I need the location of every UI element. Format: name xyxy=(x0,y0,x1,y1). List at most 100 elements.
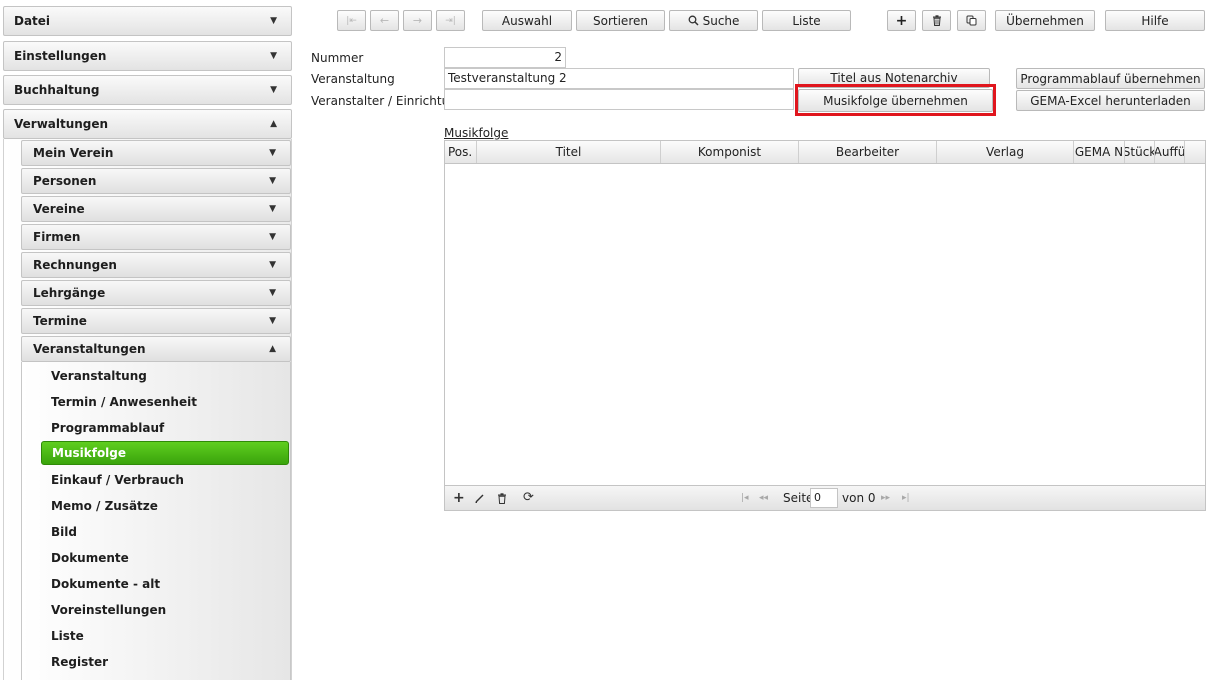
sidebar-leaf-memo-zusaetze[interactable]: Memo / Zusätze xyxy=(41,494,289,518)
programmablauf-uebernehmen-button[interactable]: Programmablauf übernehmen xyxy=(1016,68,1205,89)
sidebar-item-vereine[interactable]: Vereine ▼ xyxy=(21,196,291,222)
sidebar-item-label: Veranstaltungen xyxy=(33,342,146,356)
first-record-icon: |⇤ xyxy=(346,15,357,26)
sidebar-item-label: Rechnungen xyxy=(33,258,117,272)
chevron-down-icon: ▼ xyxy=(269,232,276,242)
column-header-titel[interactable]: Titel xyxy=(477,141,661,163)
veranstalter-field[interactable] xyxy=(444,89,794,110)
column-header-auffuehrung[interactable]: Auffü xyxy=(1155,141,1185,163)
next-record-button[interactable]: → xyxy=(403,10,432,31)
sidebar-item-label: Vereine xyxy=(33,202,85,216)
sidebar-item-label: Lehrgänge xyxy=(33,286,106,300)
sidebar-leaf-bild[interactable]: Bild xyxy=(41,520,289,544)
column-header-bearbeiter[interactable]: Bearbeiter xyxy=(799,141,937,163)
sidebar-leaf-label: Dokumente xyxy=(51,551,129,565)
plus-icon: + xyxy=(895,12,908,29)
chevron-down-icon: ▼ xyxy=(270,85,277,95)
sidebar-section-label: Verwaltungen xyxy=(14,117,109,131)
add-record-button[interactable]: + xyxy=(887,10,916,31)
sidebar-leaf-label: Liste xyxy=(51,629,84,643)
column-header-komponist[interactable]: Komponist xyxy=(661,141,799,163)
sidebar-leaf-dokumente-alt[interactable]: Dokumente - alt xyxy=(41,572,289,596)
sidebar-item-lehrgaenge[interactable]: Lehrgänge ▼ xyxy=(21,280,291,306)
page-number-input[interactable]: 0 xyxy=(810,488,838,508)
sidebar-item-termine[interactable]: Termine ▼ xyxy=(21,308,291,334)
previous-page-icon[interactable]: ◂◂ xyxy=(759,493,768,503)
liste-label: Liste xyxy=(792,13,821,28)
sidebar-item-veranstaltungen[interactable]: Veranstaltungen ▲ xyxy=(21,336,291,362)
sidebar-item-firmen[interactable]: Firmen ▼ xyxy=(21,224,291,250)
sidebar-section-label: Datei xyxy=(14,14,51,28)
gema-excel-button[interactable]: GEMA-Excel herunterladen xyxy=(1016,90,1205,111)
column-header-verlag[interactable]: Verlag xyxy=(937,141,1074,163)
sidebar-item-personen[interactable]: Personen ▼ xyxy=(21,168,291,194)
auswahl-button[interactable]: Auswahl xyxy=(482,10,572,31)
page-total-label: von 0 xyxy=(842,491,876,505)
chevron-down-icon: ▼ xyxy=(269,316,276,326)
suche-button[interactable]: Suche xyxy=(669,10,758,31)
auswahl-label: Auswahl xyxy=(501,13,553,28)
sidebar-leaf-label: Dokumente - alt xyxy=(51,577,161,591)
column-header-gema-nr[interactable]: GEMA N xyxy=(1074,141,1125,163)
uebernehmen-button[interactable]: Übernehmen xyxy=(995,10,1095,31)
add-row-icon[interactable]: + xyxy=(453,490,465,506)
grid-footer-toolbar: + ⟳ |◂ ◂◂ Seite 0 von 0 ▸▸ ▸| xyxy=(445,485,1205,510)
sidebar-section-datei[interactable]: Datei ▼ xyxy=(3,6,292,36)
sidebar-item-label: Firmen xyxy=(33,230,81,244)
sidebar-section-einstellungen[interactable]: Einstellungen ▼ xyxy=(3,41,292,71)
sidebar-leaf-label: Programmablauf xyxy=(51,421,165,435)
sidebar-section-label: Einstellungen xyxy=(14,49,107,63)
sidebar-item-rechnungen[interactable]: Rechnungen ▼ xyxy=(21,252,291,278)
sortieren-button[interactable]: Sortieren xyxy=(576,10,665,31)
sidebar-section-verwaltungen[interactable]: Verwaltungen ▲ xyxy=(3,109,292,139)
sidebar-leaf-dokumente[interactable]: Dokumente xyxy=(41,546,289,570)
next-page-icon[interactable]: ▸▸ xyxy=(881,493,890,503)
first-page-icon[interactable]: |◂ xyxy=(741,493,749,503)
sidebar-leaf-register[interactable]: Register xyxy=(41,650,289,674)
column-header-pos[interactable]: Pos. xyxy=(445,141,477,163)
nummer-label: Nummer xyxy=(311,51,364,65)
first-record-button[interactable]: |⇤ xyxy=(337,10,366,31)
sidebar-section-buchhaltung[interactable]: Buchhaltung ▼ xyxy=(3,75,292,105)
chevron-up-icon: ▲ xyxy=(269,344,276,354)
last-record-button[interactable]: ⇥| xyxy=(436,10,465,31)
sidebar-navigation: Datei ▼ Einstellungen ▼ Buchhaltung ▼ Ve… xyxy=(0,0,293,680)
sidebar-item-mein-verein[interactable]: Mein Verein ▼ xyxy=(21,140,291,166)
sidebar-leaf-label: Voreinstellungen xyxy=(51,603,167,617)
nummer-field[interactable]: 2 xyxy=(444,47,566,68)
sidebar-leaf-voreinstellungen[interactable]: Voreinstellungen xyxy=(41,598,289,622)
veranstalter-label: Veranstalter / Einrichtung xyxy=(311,94,465,108)
sidebar-item-label: Personen xyxy=(33,174,97,188)
delete-record-button[interactable] xyxy=(922,10,951,31)
refresh-icon[interactable]: ⟳ xyxy=(523,490,534,505)
edit-icon[interactable] xyxy=(474,493,485,504)
previous-record-button[interactable]: ← xyxy=(370,10,399,31)
copy-icon xyxy=(966,15,977,26)
sidebar-leaf-musikfolge[interactable]: Musikfolge xyxy=(41,441,289,465)
sidebar-leaf-veranstaltung[interactable]: Veranstaltung xyxy=(41,364,289,388)
trash-icon[interactable] xyxy=(497,493,507,504)
veranstaltung-label: Veranstaltung xyxy=(311,72,395,86)
arrow-right-icon: → xyxy=(412,14,423,27)
sidebar-leaf-einkauf-verbrauch[interactable]: Einkauf / Verbrauch xyxy=(41,468,289,492)
sidebar-leaf-label: Musikfolge xyxy=(52,446,127,460)
musikfolge-grid: Pos. Titel Komponist Bearbeiter Verlag G… xyxy=(444,140,1206,511)
sidebar-leaf-label: Memo / Zusätze xyxy=(51,499,158,513)
column-header-stueck[interactable]: Stück xyxy=(1125,141,1155,163)
sidebar-leaf-termin-anwesenheit[interactable]: Termin / Anwesenheit xyxy=(41,390,289,414)
chevron-up-icon: ▲ xyxy=(270,119,277,129)
sidebar-item-label: Termine xyxy=(33,314,87,328)
hilfe-button[interactable]: Hilfe xyxy=(1105,10,1205,31)
copy-record-button[interactable] xyxy=(957,10,986,31)
veranstaltung-field[interactable]: Testveranstaltung 2 xyxy=(444,68,794,89)
sidebar-leaf-label: Einkauf / Verbrauch xyxy=(51,473,184,487)
sidebar-leaf-liste[interactable]: Liste xyxy=(41,624,289,648)
grid-caption: Musikfolge xyxy=(444,126,509,140)
chevron-down-icon: ▼ xyxy=(269,288,276,298)
last-record-icon: ⇥| xyxy=(445,15,456,26)
liste-button[interactable]: Liste xyxy=(762,10,851,31)
sidebar-leaf-programmablauf[interactable]: Programmablauf xyxy=(41,416,289,440)
sidebar-leaf-label: Veranstaltung xyxy=(51,369,147,383)
sidebar-leaf-label: Register xyxy=(51,655,109,669)
last-page-icon[interactable]: ▸| xyxy=(902,493,910,503)
